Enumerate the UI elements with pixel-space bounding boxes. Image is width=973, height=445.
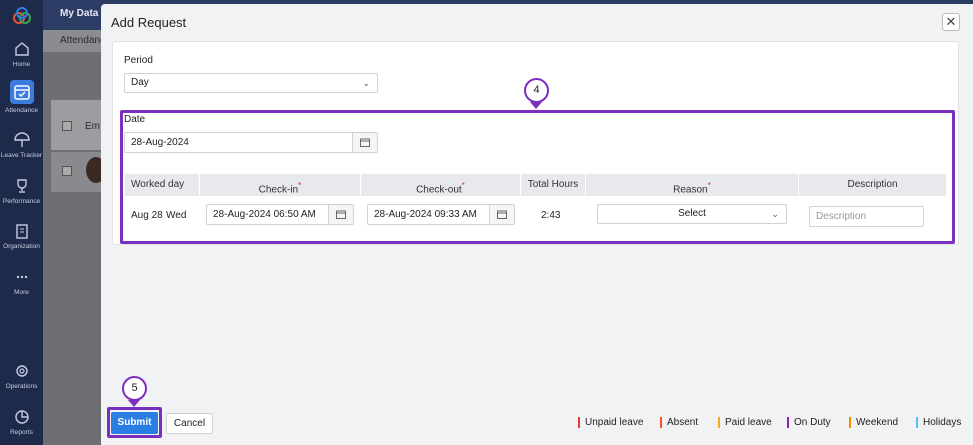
legend-absent: Absent bbox=[660, 417, 698, 428]
legend-label: Weekend bbox=[856, 417, 899, 428]
cancel-button[interactable]: Cancel bbox=[166, 413, 213, 434]
chevron-down-icon: ⌄ bbox=[362, 78, 370, 88]
legend-label: On Duty bbox=[794, 417, 831, 428]
close-icon: ✕ bbox=[945, 14, 957, 29]
sidebar-item-leave-tracker[interactable]: Leave Tracker bbox=[0, 131, 43, 159]
legend-label: Paid leave bbox=[725, 417, 772, 428]
legend-holidays: Holidays bbox=[916, 417, 961, 428]
annotation-badge-4: 4 bbox=[524, 78, 549, 103]
period-value: Day bbox=[131, 77, 149, 88]
legend-weekend: Weekend bbox=[849, 417, 898, 428]
legend-on-duty: On Duty bbox=[787, 417, 831, 428]
submit-button[interactable]: Submit bbox=[111, 412, 158, 434]
building-icon bbox=[15, 224, 28, 239]
operations-icon bbox=[15, 365, 28, 377]
row-checkbox bbox=[62, 166, 72, 176]
annotation-pointer-4 bbox=[530, 102, 542, 109]
legend-paid-leave: Paid leave bbox=[718, 417, 772, 428]
sidebar-item-label: Home bbox=[12, 61, 31, 68]
column-header: Em bbox=[85, 121, 100, 132]
legend-swatch bbox=[578, 417, 580, 428]
sidebar-item-attendance[interactable]: Attendance bbox=[0, 80, 43, 114]
page-title: My Data bbox=[60, 8, 99, 19]
sidebar-item-more[interactable]: More bbox=[0, 268, 43, 296]
sidebar-item-label: Reports bbox=[10, 429, 33, 436]
legend-swatch bbox=[660, 417, 662, 428]
sidebar-item-reports[interactable]: Reports bbox=[0, 408, 43, 436]
sidebar-item-home[interactable]: Home bbox=[0, 40, 43, 68]
select-all-checkbox bbox=[62, 121, 72, 131]
sidebar-item-performance[interactable]: Performance bbox=[0, 177, 43, 205]
app-sidebar: Home Attendance Leave Tracker Performanc… bbox=[0, 0, 43, 445]
more-dots-icon bbox=[16, 275, 27, 279]
app-logo-icon bbox=[13, 7, 31, 24]
annotation-highlight-4 bbox=[120, 110, 955, 244]
sidebar-item-label: More bbox=[14, 289, 29, 296]
legend-label: Absent bbox=[667, 417, 699, 428]
sidebar-item-operations[interactable]: Operations bbox=[0, 362, 43, 390]
trophy-icon bbox=[16, 179, 27, 193]
legend-swatch bbox=[916, 417, 918, 428]
period-select[interactable]: Day ⌄ bbox=[124, 73, 378, 93]
period-label: Period bbox=[124, 55, 153, 66]
legend-label: Holidays bbox=[923, 417, 962, 428]
legend-label: Unpaid leave bbox=[585, 417, 644, 428]
pie-chart-icon bbox=[14, 410, 29, 424]
legend-swatch bbox=[718, 417, 720, 428]
umbrella-icon bbox=[13, 132, 30, 147]
tab-attendance: Attendanc bbox=[60, 35, 106, 46]
annotation-pointer-5 bbox=[128, 400, 140, 407]
sidebar-item-label: Organization bbox=[3, 243, 40, 250]
annotation-badge-5: 5 bbox=[122, 376, 147, 401]
sidebar-item-label: Performance bbox=[2, 198, 41, 205]
dialog-title: Add Request bbox=[111, 15, 187, 30]
sidebar-item-label: Leave Tracker bbox=[0, 152, 43, 159]
legend-unpaid-leave: Unpaid leave bbox=[578, 417, 643, 428]
sidebar-item-label: Attendance bbox=[5, 107, 38, 114]
sidebar-item-label: Operations bbox=[5, 383, 38, 390]
calendar-icon bbox=[9, 80, 34, 104]
close-button[interactable]: ✕ bbox=[942, 13, 960, 31]
legend-swatch bbox=[849, 417, 851, 428]
home-icon bbox=[14, 42, 29, 56]
sidebar-item-organization[interactable]: Organization bbox=[0, 222, 43, 250]
legend-swatch bbox=[787, 417, 789, 428]
